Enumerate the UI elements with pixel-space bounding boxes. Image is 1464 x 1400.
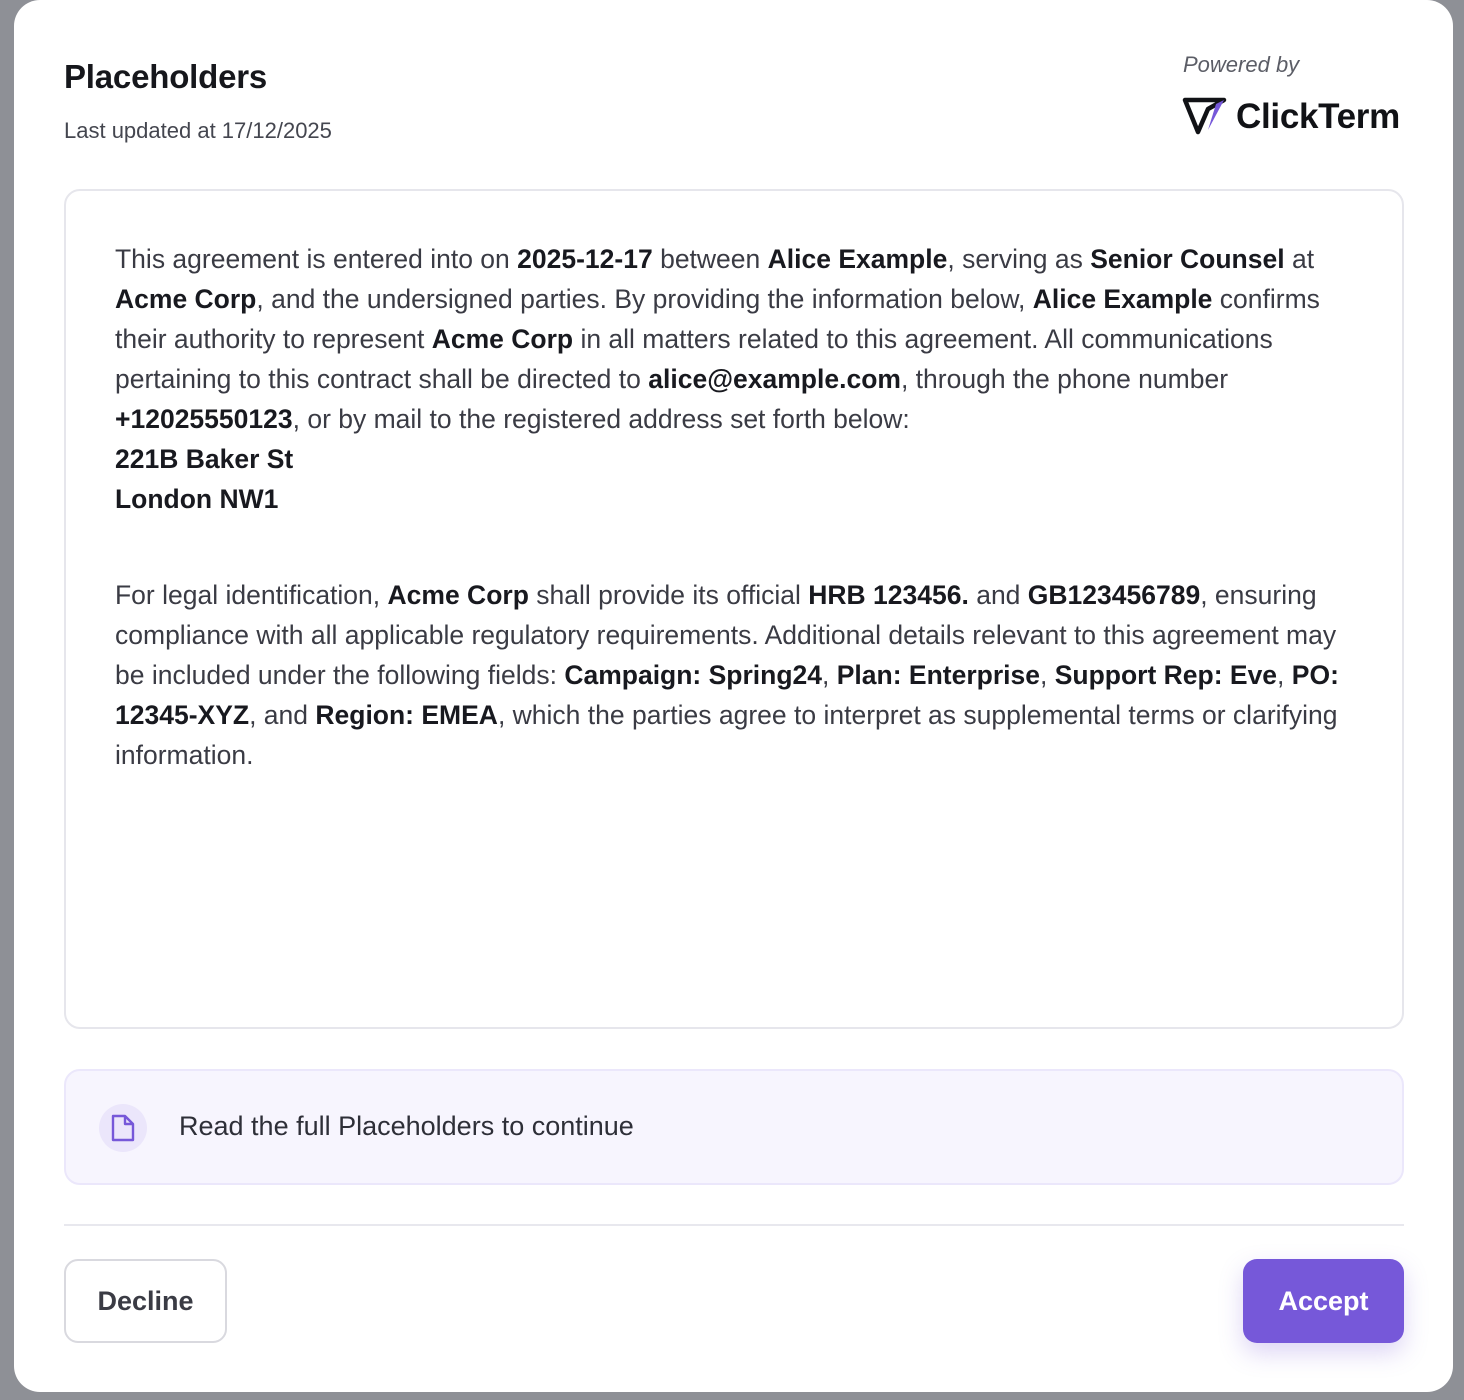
placeholder-company: Acme Corp — [387, 580, 529, 610]
agreement-paragraph-2: For legal identification, Acme Corp shal… — [115, 580, 1339, 770]
agreement-text: This agreement is entered into on 2025-1… — [115, 239, 1365, 775]
placeholder-phone: +12025550123 — [115, 404, 293, 434]
powered-by-label: Powered by — [1183, 52, 1300, 77]
accept-button[interactable]: Accept — [1243, 1259, 1404, 1343]
placeholder-name: Alice Example — [1032, 284, 1213, 314]
consent-modal: Placeholders Last updated at 17/12/2025 … — [14, 0, 1453, 1392]
placeholder-vat: GB123456789 — [1027, 580, 1201, 610]
brand-logo: ClickTerm — [1182, 96, 1400, 138]
placeholder-date: 2025-12-17 — [517, 244, 653, 274]
placeholder-support-rep: Support Rep: Eve — [1054, 660, 1278, 690]
placeholder-campaign: Campaign: Spring24 — [564, 660, 823, 690]
read-notice-text: Read the full Placeholders to continue — [179, 1111, 634, 1141]
placeholder-company: Acme Corp — [431, 324, 574, 354]
page-title: Placeholders — [64, 58, 268, 95]
placeholder-region: Region: EMEA — [315, 700, 498, 730]
placeholder-plan: Plan: Enterprise — [836, 660, 1040, 690]
read-notice: Read the full Placeholders to continue — [64, 1069, 1404, 1185]
placeholder-role: Senior Counsel — [1090, 244, 1285, 274]
last-updated-text: Last updated at 17/12/2025 — [64, 118, 332, 143]
decline-button[interactable]: Decline — [64, 1259, 227, 1343]
agreement-scroll-area[interactable]: This agreement is entered into on 2025-1… — [64, 189, 1404, 1029]
brand-name: ClickTerm — [1236, 97, 1400, 136]
placeholder-address-line-2: London NW1 — [115, 484, 279, 514]
placeholder-company: Acme Corp — [115, 284, 257, 314]
placeholder-email: alice@example.com — [648, 364, 901, 394]
agreement-paragraph-1: This agreement is entered into on 2025-1… — [115, 244, 1320, 514]
footer-divider — [64, 1224, 1404, 1226]
placeholder-name: Alice Example — [767, 244, 948, 274]
document-icon — [99, 1104, 147, 1152]
clickterm-logo-icon — [1182, 97, 1227, 135]
placeholder-address-line-1: 221B Baker St — [115, 444, 294, 474]
placeholder-registration: HRB 123456. — [808, 580, 969, 610]
